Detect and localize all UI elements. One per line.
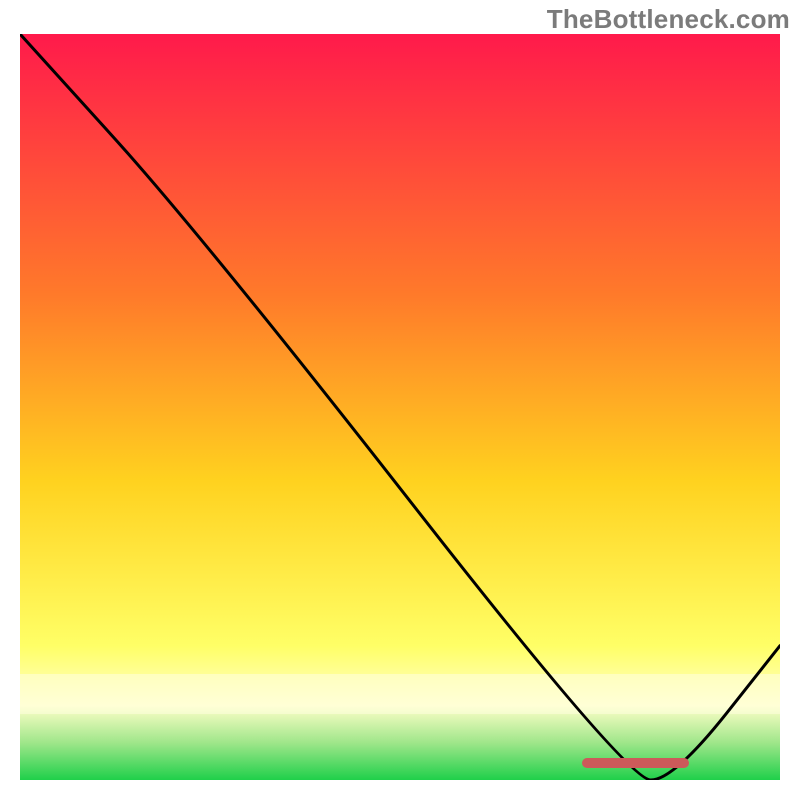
bottleneck-curve <box>20 34 780 780</box>
plot-area <box>20 34 780 780</box>
chart-stage: TheBottleneck.com <box>0 0 800 800</box>
watermark-text: TheBottleneck.com <box>547 4 790 35</box>
curve-path <box>20 34 780 780</box>
optimum-marker <box>582 758 688 768</box>
